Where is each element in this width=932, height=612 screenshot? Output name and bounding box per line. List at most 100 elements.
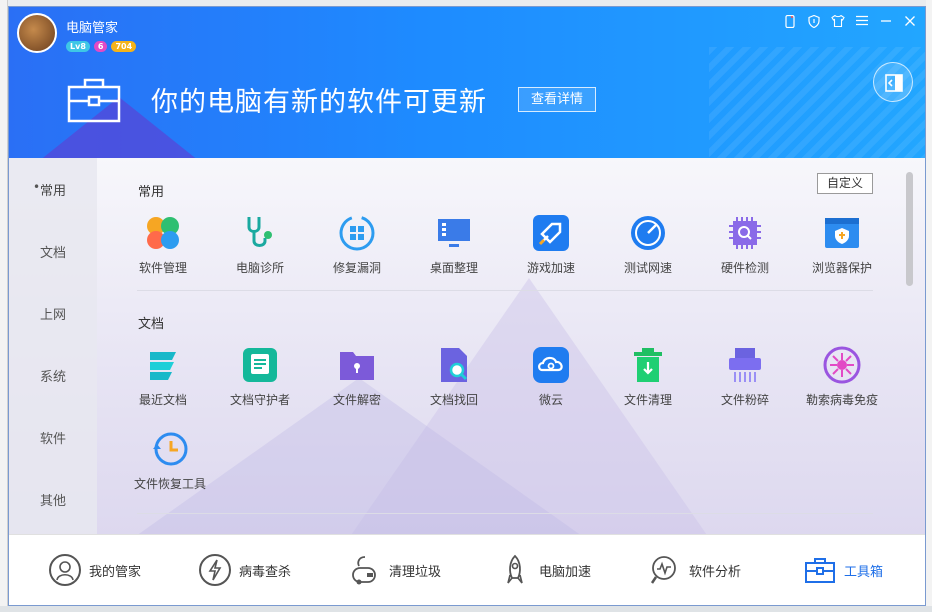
tool-game-boost[interactable]: 游戏加速 (503, 214, 599, 276)
window-controls (783, 14, 917, 31)
magnifier-wave-icon (649, 554, 681, 586)
tool-label: 文件解密 (332, 393, 381, 407)
tool-file-decrypt[interactable]: 文件解密 (309, 346, 405, 408)
tool-label: 游戏加速 (526, 261, 575, 275)
tool-desktop-organizer[interactable]: 桌面整理 (406, 214, 502, 276)
minimize-icon[interactable] (879, 15, 893, 31)
header: 电脑管家 Lv8 6 704 你的电脑有新的软件可更新 查看详情 (9, 7, 925, 158)
tool-label: 电脑诊所 (235, 261, 284, 275)
footer-pc-boost[interactable]: 电脑加速 (499, 554, 591, 586)
tool-weiyun[interactable]: 微云 (503, 346, 599, 408)
avatar[interactable] (17, 13, 57, 53)
speedometer-icon (629, 214, 667, 252)
footer-label: 病毒查杀 (239, 564, 292, 580)
tool-software-manager[interactable]: 软件管理 (115, 214, 211, 276)
doc-guardian-icon (241, 346, 279, 384)
tool-file-clean[interactable]: 文件清理 (600, 346, 696, 408)
customize-button[interactable]: 自定义 (817, 173, 873, 194)
vacuum-icon (349, 554, 381, 586)
folder-lock-icon (338, 346, 376, 384)
nav-item-internet[interactable]: 上网 (9, 282, 97, 344)
app-window: 电脑管家 Lv8 6 704 你的电脑有新的软件可更新 查看详情 • 常用 文档… (8, 6, 926, 606)
banner-message: 你的电脑有新的软件可更新 (151, 87, 487, 118)
trash-icon (629, 346, 667, 384)
browser-shield-icon (823, 214, 861, 252)
shirt-icon[interactable] (831, 14, 845, 31)
category-nav: 常用 文档 上网 系统 软件 其他 (9, 158, 97, 536)
toolbox-icon (804, 554, 836, 586)
shield-icon[interactable] (807, 14, 821, 31)
vip-badge[interactable]: 6 (93, 41, 108, 52)
tool-label: 微云 (538, 393, 563, 407)
tool-label: 桌面整理 (429, 261, 478, 275)
tool-label: 软件管理 (138, 261, 187, 275)
footer-clean-junk[interactable]: 清理垃圾 (349, 554, 441, 586)
clock-restore-icon (151, 430, 189, 468)
shredder-icon (726, 346, 764, 384)
nav-item-software[interactable]: 软件 (9, 406, 97, 468)
tool-doc-recovery[interactable]: 文档找回 (406, 346, 502, 408)
content-scrollbar[interactable] (906, 172, 913, 286)
footer-virus-scan[interactable]: 病毒查杀 (199, 554, 291, 586)
level-badge[interactable]: Lv8 (66, 41, 90, 52)
nav-item-documents[interactable]: 文档 (9, 220, 97, 282)
view-details-button[interactable]: 查看详情 (518, 87, 597, 112)
tools-content: 常用 自定义 软件管理 电脑诊所 修复漏洞 桌面整理 游戏加速 测试网速 硬件检… (97, 158, 915, 536)
doc-search-icon (435, 346, 473, 384)
main-area: 常用 文档 上网 系统 软件 其他 常用 自定义 软件管理 (9, 158, 925, 536)
chip-icon (726, 214, 764, 252)
nav-item-other[interactable]: 其他 (9, 468, 97, 530)
lightning-icon (199, 554, 231, 586)
sidebar-toggle-button[interactable] (873, 62, 913, 102)
cloud-icon (532, 346, 570, 384)
close-icon[interactable] (903, 15, 917, 31)
tool-label: 文件清理 (623, 393, 672, 407)
toolbox-banner-icon (67, 77, 121, 123)
tool-speed-test[interactable]: 测试网速 (600, 214, 696, 276)
tool-label: 硬件检测 (720, 261, 769, 275)
tool-browser-protect[interactable]: 浏览器保护 (794, 214, 890, 276)
nav-label: 软件 (39, 431, 66, 447)
tool-label: 修复漏洞 (332, 261, 381, 275)
tool-recent-docs[interactable]: 最近文档 (115, 346, 211, 408)
footer-label: 我的管家 (89, 564, 142, 580)
tool-label: 文件粉碎 (720, 393, 769, 407)
footer-label: 软件分析 (689, 564, 742, 580)
section-title-documents: 文档 (138, 317, 165, 332)
tool-label: 最近文档 (138, 393, 187, 407)
tool-fix-vulnerability[interactable]: 修复漏洞 (309, 214, 405, 276)
nav-label: 文档 (39, 245, 66, 261)
tool-label: 文档守护者 (229, 393, 290, 407)
recent-docs-icon (144, 346, 182, 384)
panel-toggle-icon (885, 74, 903, 92)
butler-icon (49, 554, 81, 586)
stethoscope-icon (241, 214, 279, 252)
tool-file-restore[interactable]: 文件恢复工具 (122, 430, 218, 492)
tool-ransomware-immunity[interactable]: 勒索病毒免疫 (794, 346, 890, 408)
nav-item-common[interactable]: 常用 (9, 158, 97, 220)
virus-immune-icon (823, 346, 861, 384)
footer-toolbox[interactable]: 工具箱 (804, 554, 883, 586)
app-title: 电脑管家 (66, 21, 119, 36)
footer-my-butler[interactable]: 我的管家 (49, 554, 141, 586)
tool-file-shred[interactable]: 文件粉碎 (697, 346, 793, 408)
nav-item-system[interactable]: 系统 (9, 344, 97, 406)
desktop-bottom-edge (0, 606, 932, 612)
tool-hardware-check[interactable]: 硬件检测 (697, 214, 793, 276)
clover-icon (144, 214, 182, 252)
nav-label: 系统 (39, 369, 66, 385)
menu-icon[interactable] (855, 15, 869, 31)
desktop-icon (435, 214, 473, 252)
coin-badge[interactable]: 704 (111, 41, 137, 52)
tool-pc-clinic[interactable]: 电脑诊所 (212, 214, 308, 276)
footer-label: 清理垃圾 (389, 564, 442, 580)
section-divider (137, 290, 873, 291)
rocket-game-icon (532, 214, 570, 252)
nav-label: 其他 (39, 493, 66, 509)
phone-icon[interactable] (783, 14, 797, 31)
rocket-icon (499, 554, 531, 586)
tool-label: 测试网速 (623, 261, 672, 275)
footer-software-analysis[interactable]: 软件分析 (649, 554, 741, 586)
footer-label: 电脑加速 (539, 564, 592, 580)
tool-doc-guardian[interactable]: 文档守护者 (212, 346, 308, 408)
